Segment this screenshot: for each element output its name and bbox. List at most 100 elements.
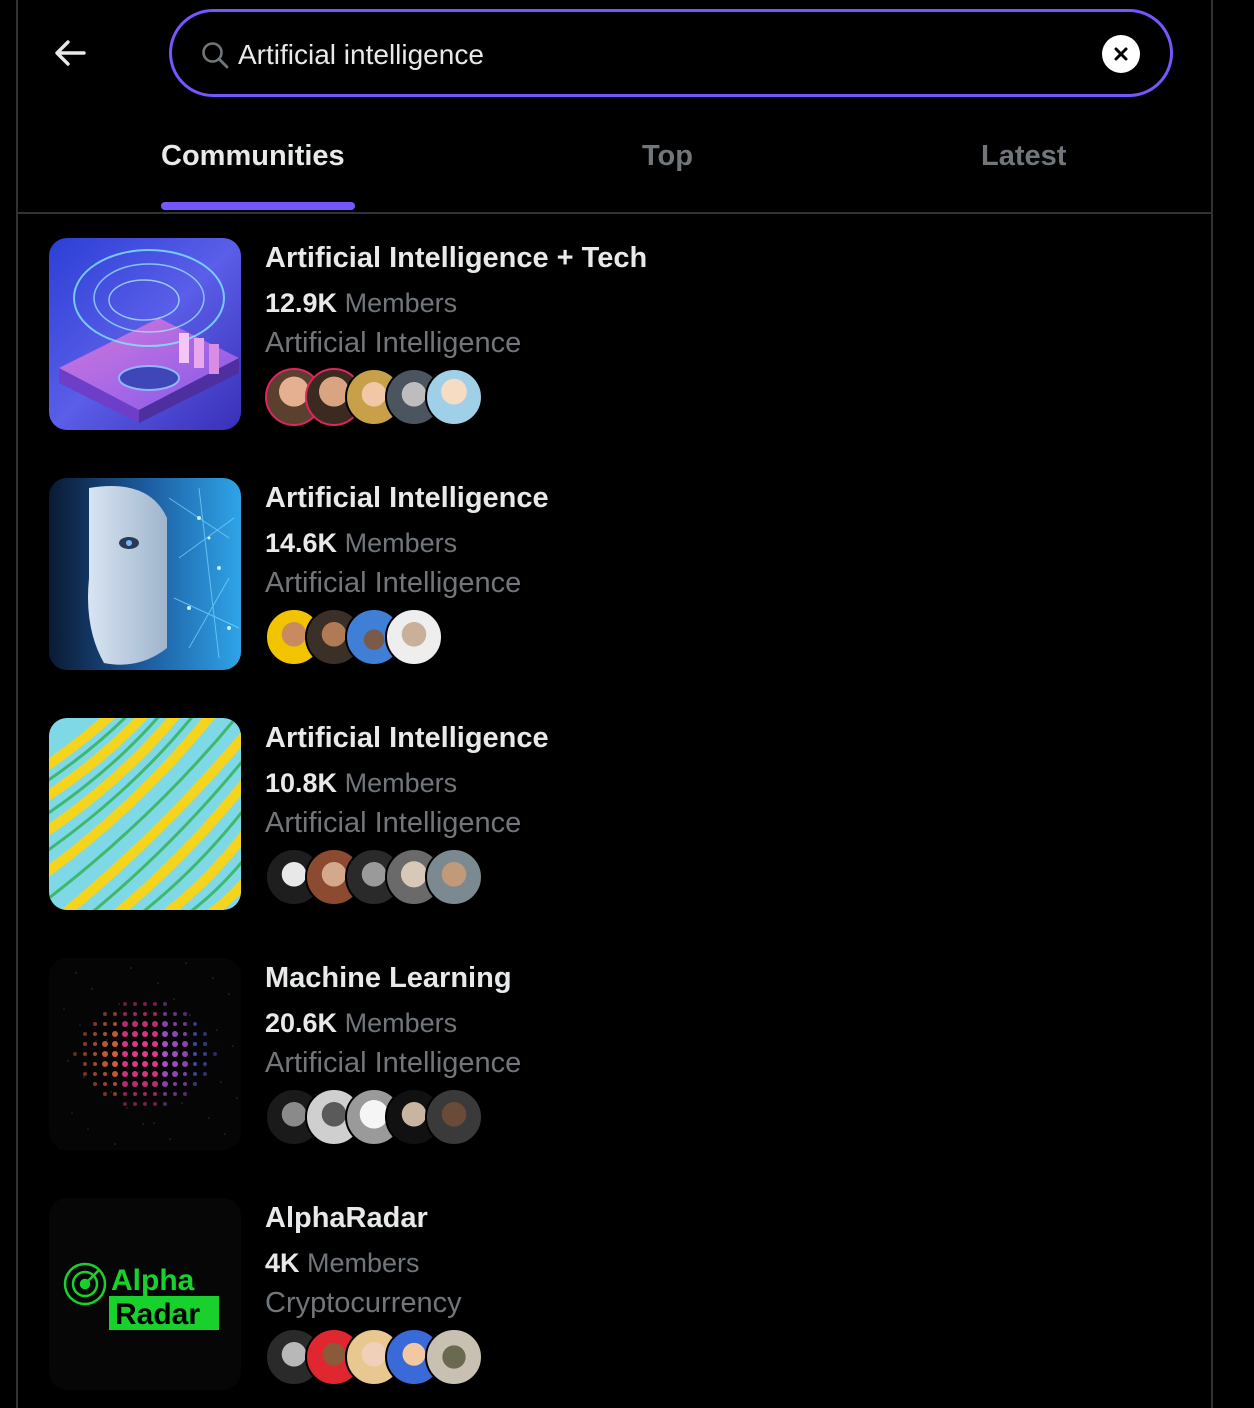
art-dot [153,1102,157,1106]
art-star [71,1112,73,1114]
art-dot [142,1081,148,1087]
radar-icon [63,1262,107,1306]
art-star [181,1102,183,1104]
community-thumbnail: Alpha Radar [49,1198,241,1390]
art-dot [83,1052,87,1056]
community-row[interactable]: Artificial Intelligence 10.8K Members Ar… [49,718,1199,910]
art-dot [163,1092,167,1096]
alpha-logo-line2: Radar [115,1298,200,1331]
member-count: 20.6K Members [265,1008,458,1038]
art-dot [93,1032,97,1036]
art-dot [143,1002,147,1006]
art-dot [123,1092,127,1096]
art-dot [103,1092,107,1096]
art-dot [162,1041,168,1047]
art-star [189,1014,191,1016]
art-dot [183,1022,187,1026]
art-dot [133,1092,137,1096]
community-thumbnail [49,718,241,910]
art-star [208,1117,210,1119]
art-dot [183,1092,187,1096]
search-box[interactable] [169,9,1173,97]
art-dot [93,1062,97,1066]
tab-latest[interactable]: Latest [981,140,1066,173]
art-dot [173,1022,177,1026]
art-dot [113,1012,117,1016]
art-dot [93,1022,97,1026]
community-category: Artificial Intelligence [265,327,522,359]
community-row[interactable]: Machine Learning 20.6K Members Artificia… [49,958,1199,1150]
art-star [67,1060,69,1062]
art-dot [142,1051,148,1057]
tab-top[interactable]: Top [642,140,693,173]
art-dot [183,1082,187,1086]
art-dot [183,1012,187,1016]
art-dot [172,1051,178,1057]
community-row[interactable]: Artificial Intelligence + Tech 12.9K Mem… [49,238,1199,430]
art-star [49,958,50,959]
art-star [161,1034,163,1036]
community-category: Artificial Intelligence [265,807,522,839]
art-star [236,1097,238,1099]
art-dot [132,1061,138,1067]
art-star [138,1071,140,1073]
search-tabs: Communities Top Latest [16,110,1213,214]
art-dot [183,1032,187,1036]
art-dot [162,1071,168,1077]
community-row[interactable]: Alpha Radar AlphaRadar 4K Members Crypto… [49,1198,1199,1390]
art-dot [152,1031,158,1037]
back-arrow-icon[interactable] [50,33,90,73]
member-count: 12.9K Members [265,288,458,318]
art-dot [153,1092,157,1096]
art-dot [162,1051,168,1057]
art-star [142,1123,144,1125]
art-dot [103,1012,107,1016]
art-dot [122,1031,128,1037]
tab-communities[interactable]: Communities [161,140,345,173]
art-dot [162,1061,168,1067]
art-dot [122,1081,128,1087]
art-dot [73,1052,77,1056]
art-dot [103,1072,107,1076]
art-dot [123,1102,127,1106]
art-dot [143,1102,147,1106]
art-dot [152,1021,158,1027]
community-thumbnail [49,958,241,1150]
art-dot [172,1071,178,1077]
art-dot [153,1012,157,1016]
art-dot [193,1062,197,1066]
art-star [177,1050,179,1052]
community-title: AlphaRadar [265,1202,428,1234]
art-dot [163,1102,167,1106]
art-dot [152,1041,158,1047]
art-dot [193,1082,197,1086]
art-dot [93,1042,97,1046]
community-row[interactable]: Artificial Intelligence 14.6K Members Ar… [49,478,1199,670]
art-dot [173,1082,177,1086]
art-dot [193,1042,197,1046]
art-dot [83,1032,87,1036]
art-dot [153,1002,157,1006]
art-dot [93,1082,97,1086]
clear-search-button[interactable] [1102,35,1140,73]
art-dot [213,1052,217,1056]
art-dot [182,1041,188,1047]
art-dot [173,1092,177,1096]
art-star [122,1055,124,1057]
art-dot [142,1021,148,1027]
art-star [75,972,77,974]
art-star [185,962,187,964]
art-dot [163,1012,167,1016]
avatar [425,848,483,906]
art-dot [83,1042,87,1046]
art-dot [143,1012,147,1016]
art-dot [103,1082,107,1086]
art-dot [83,1072,87,1076]
art-star [232,1045,234,1047]
art-dot [172,1041,178,1047]
search-input[interactable] [238,32,1078,78]
art-dot [193,1072,197,1076]
avatar [425,1328,483,1386]
community-category: Artificial Intelligence [265,1047,522,1079]
art-dot [112,1031,118,1037]
